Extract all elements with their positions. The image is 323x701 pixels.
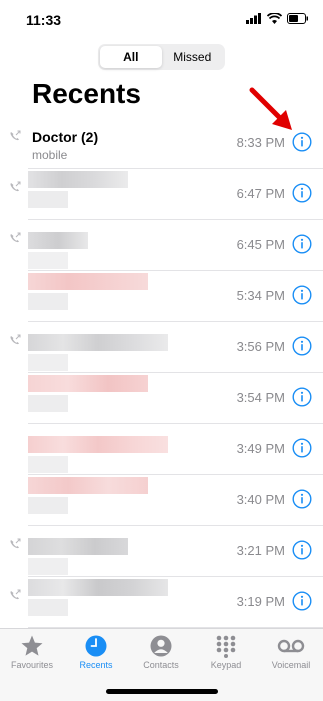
tab-contacts[interactable]: Contacts <box>129 634 193 670</box>
info-icon[interactable] <box>292 387 312 407</box>
signal-icon <box>246 13 261 24</box>
outgoing-call-icon <box>10 538 21 549</box>
info-icon[interactable] <box>292 489 312 509</box>
person-circle-icon <box>150 635 172 657</box>
clock-icon <box>85 635 107 657</box>
call-type: mobile <box>32 148 68 162</box>
call-time: 3:19 PM <box>236 594 285 609</box>
tab-label: Voicemail <box>271 660 311 670</box>
tab-voicemail[interactable]: Voicemail <box>259 634 323 670</box>
call-time: 3:40 PM <box>236 492 285 507</box>
page-title: Recents <box>32 78 141 109</box>
wifi-icon <box>267 13 282 24</box>
status-time: 11:33 <box>26 12 62 28</box>
redacted-contact <box>28 526 188 576</box>
redacted-contact <box>28 577 188 627</box>
redacted-contact <box>28 475 188 525</box>
tab-label: Recents <box>79 660 113 670</box>
outgoing-call-icon <box>10 334 21 345</box>
recents-list: Doctor (2) mobile 8:33 PM 6:47 PM 6:45 P… <box>0 118 323 628</box>
keypad-icon <box>216 635 236 658</box>
segment-all[interactable]: All <box>100 46 162 68</box>
call-row[interactable]: 3:19 PM <box>10 577 323 628</box>
info-icon[interactable] <box>292 540 312 560</box>
tab-favourites[interactable]: Favourites <box>0 634 64 670</box>
call-time: 5:34 PM <box>236 288 285 303</box>
tab-label: Contacts <box>143 660 179 670</box>
redacted-contact <box>28 373 188 423</box>
call-row[interactable]: 5:34 PM <box>28 271 323 322</box>
call-row[interactable]: 3:54 PM <box>28 373 323 424</box>
call-time: 6:45 PM <box>236 237 285 252</box>
call-row[interactable]: 3:49 PM <box>28 424 323 475</box>
redacted-contact <box>28 271 188 321</box>
outgoing-call-icon <box>10 232 21 243</box>
status-bar: 11:33 <box>0 0 323 40</box>
tab-label: Favourites <box>10 660 54 670</box>
info-icon[interactable] <box>292 132 312 152</box>
info-icon[interactable] <box>292 183 312 203</box>
redacted-contact <box>28 169 188 219</box>
call-row[interactable]: 3:56 PM <box>10 322 323 373</box>
outgoing-call-icon <box>10 130 21 141</box>
info-icon[interactable] <box>292 285 312 305</box>
tab-recents[interactable]: Recents <box>64 634 128 670</box>
call-time: 3:56 PM <box>236 339 285 354</box>
recents-filter: All Missed <box>98 44 225 70</box>
call-time: 3:54 PM <box>236 390 285 405</box>
caller-name: Doctor (2) <box>32 129 99 145</box>
call-time: 6:47 PM <box>236 186 285 201</box>
redacted-contact <box>28 220 188 270</box>
call-time: 3:21 PM <box>236 543 285 558</box>
tab-label: Keypad <box>210 660 242 670</box>
call-row[interactable]: 6:47 PM <box>10 169 323 220</box>
outgoing-call-icon <box>10 181 21 192</box>
tab-keypad[interactable]: Keypad <box>194 634 258 670</box>
segment-missed[interactable]: Missed <box>162 46 224 68</box>
call-row[interactable]: 6:45 PM <box>10 220 323 271</box>
outgoing-call-icon <box>10 589 21 600</box>
home-indicator <box>106 689 218 694</box>
redacted-contact <box>28 424 188 474</box>
call-row[interactable]: Doctor (2) mobile 8:33 PM <box>10 118 323 169</box>
voicemail-icon <box>277 639 305 653</box>
star-icon <box>21 635 43 656</box>
info-icon[interactable] <box>292 591 312 611</box>
status-icons <box>246 13 309 24</box>
info-icon[interactable] <box>292 234 312 254</box>
call-time: 3:49 PM <box>236 441 285 456</box>
call-time: 8:33 PM <box>236 135 285 150</box>
call-row[interactable]: 3:21 PM <box>10 526 323 577</box>
info-icon[interactable] <box>292 438 312 458</box>
battery-icon <box>287 13 308 24</box>
info-icon[interactable] <box>292 336 312 356</box>
call-row[interactable]: 3:40 PM <box>28 475 323 526</box>
redacted-contact <box>28 322 188 372</box>
